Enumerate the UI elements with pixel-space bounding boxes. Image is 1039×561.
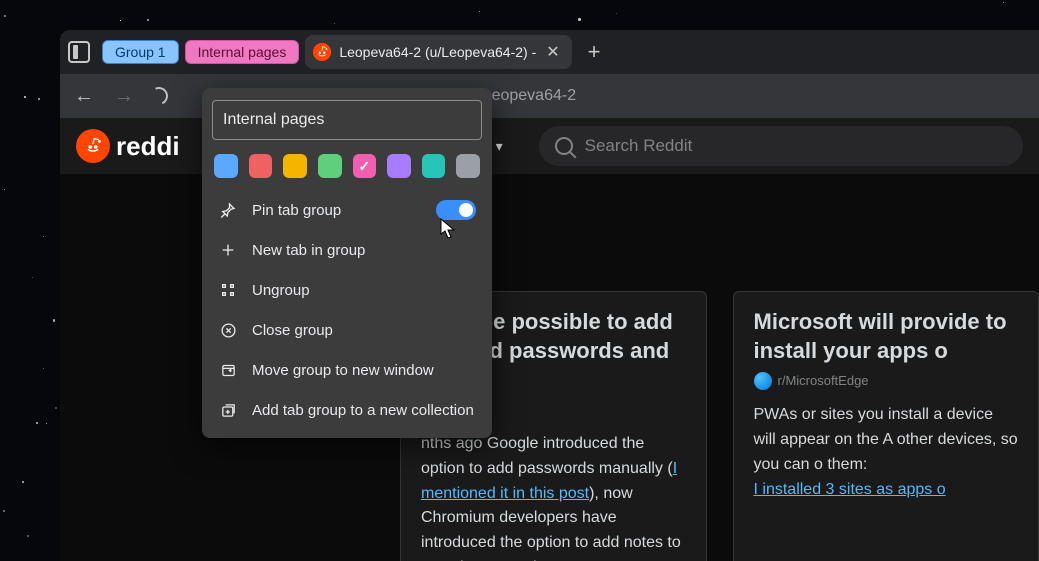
color-swatch[interactable] — [283, 154, 307, 178]
active-tab[interactable]: Leopeva64-2 (u/Leopeva64-2) - ✕ — [305, 35, 571, 69]
plus-icon — [218, 240, 238, 260]
back-button[interactable]: ← — [70, 85, 98, 108]
search-icon — [555, 137, 573, 155]
reddit-logo-text: reddi — [116, 131, 180, 162]
menu-label: New tab in group — [252, 242, 365, 259]
chevron-down-icon[interactable]: ▾ — [496, 138, 503, 155]
pin-toggle[interactable] — [436, 200, 476, 220]
post-link[interactable]: I installed 3 sites as apps o — [754, 481, 946, 498]
post-body: PWAs or sites you install a device will … — [754, 403, 1019, 477]
color-swatch[interactable] — [422, 154, 446, 178]
post-title: Microsoft will provide to install your a… — [754, 308, 1019, 365]
tab-group-context-menu: Pin tab group New tab in group Ungroup C… — [202, 88, 492, 438]
menu-label: Ungroup — [252, 282, 310, 299]
new-tab-button[interactable]: + — [578, 39, 611, 65]
color-swatch[interactable] — [249, 154, 273, 178]
color-swatch[interactable] — [387, 154, 411, 178]
reload-icon[interactable] — [147, 84, 170, 107]
close-group-item[interactable]: Close group — [212, 310, 482, 350]
color-swatch[interactable] — [214, 154, 238, 178]
close-tab-icon[interactable]: ✕ — [544, 42, 561, 62]
tab-strip: Group 1 Internal pages Leopeva64-2 (u/Le… — [60, 30, 1039, 74]
group-name-input[interactable] — [212, 100, 482, 140]
menu-label: Pin tab group — [252, 202, 341, 219]
tab-group-1[interactable]: Group 1 — [102, 40, 179, 64]
move-to-new-window-item[interactable]: Move group to new window — [212, 350, 482, 390]
color-swatch[interactable] — [318, 154, 342, 178]
search-input[interactable]: Search Reddit — [539, 126, 1023, 166]
reddit-logo-icon — [76, 129, 110, 163]
tab-actions-icon[interactable] — [68, 41, 90, 63]
color-swatch-row — [212, 140, 482, 190]
color-swatch[interactable] — [353, 154, 377, 178]
window-icon — [218, 360, 238, 380]
forward-button[interactable]: → — [110, 85, 138, 108]
subreddit-icon — [754, 372, 772, 390]
post-card[interactable]: Microsoft will provide to install your a… — [733, 291, 1039, 561]
close-circle-icon — [218, 320, 238, 340]
tab-title: Leopeva64-2 (u/Leopeva64-2) - — [339, 44, 536, 60]
menu-label: Add tab group to a new collection — [252, 402, 474, 419]
ungroup-item[interactable]: Ungroup — [212, 270, 482, 310]
feed: osts soon be possible to add o saved pas… — [400, 238, 1039, 561]
section-heading: osts — [400, 238, 1039, 261]
search-placeholder: Search Reddit — [585, 136, 693, 156]
reddit-favicon-icon — [313, 43, 331, 61]
tab-group-2[interactable]: Internal pages — [185, 40, 300, 64]
post-subreddit[interactable]: r/MicrosoftEdge — [754, 371, 1019, 391]
collection-icon — [218, 400, 238, 420]
menu-label: Close group — [252, 322, 333, 339]
ungroup-icon — [218, 280, 238, 300]
new-tab-in-group-item[interactable]: New tab in group — [212, 230, 482, 270]
pin-icon — [218, 200, 238, 220]
reddit-logo[interactable]: reddi — [76, 129, 180, 163]
pin-tab-group-item[interactable]: Pin tab group — [212, 190, 482, 230]
post-body: nths ago Google introduced the option to… — [421, 432, 686, 561]
menu-label: Move group to new window — [252, 362, 434, 379]
color-swatch[interactable] — [456, 154, 480, 178]
add-to-collection-item[interactable]: Add tab group to a new collection — [212, 390, 482, 430]
